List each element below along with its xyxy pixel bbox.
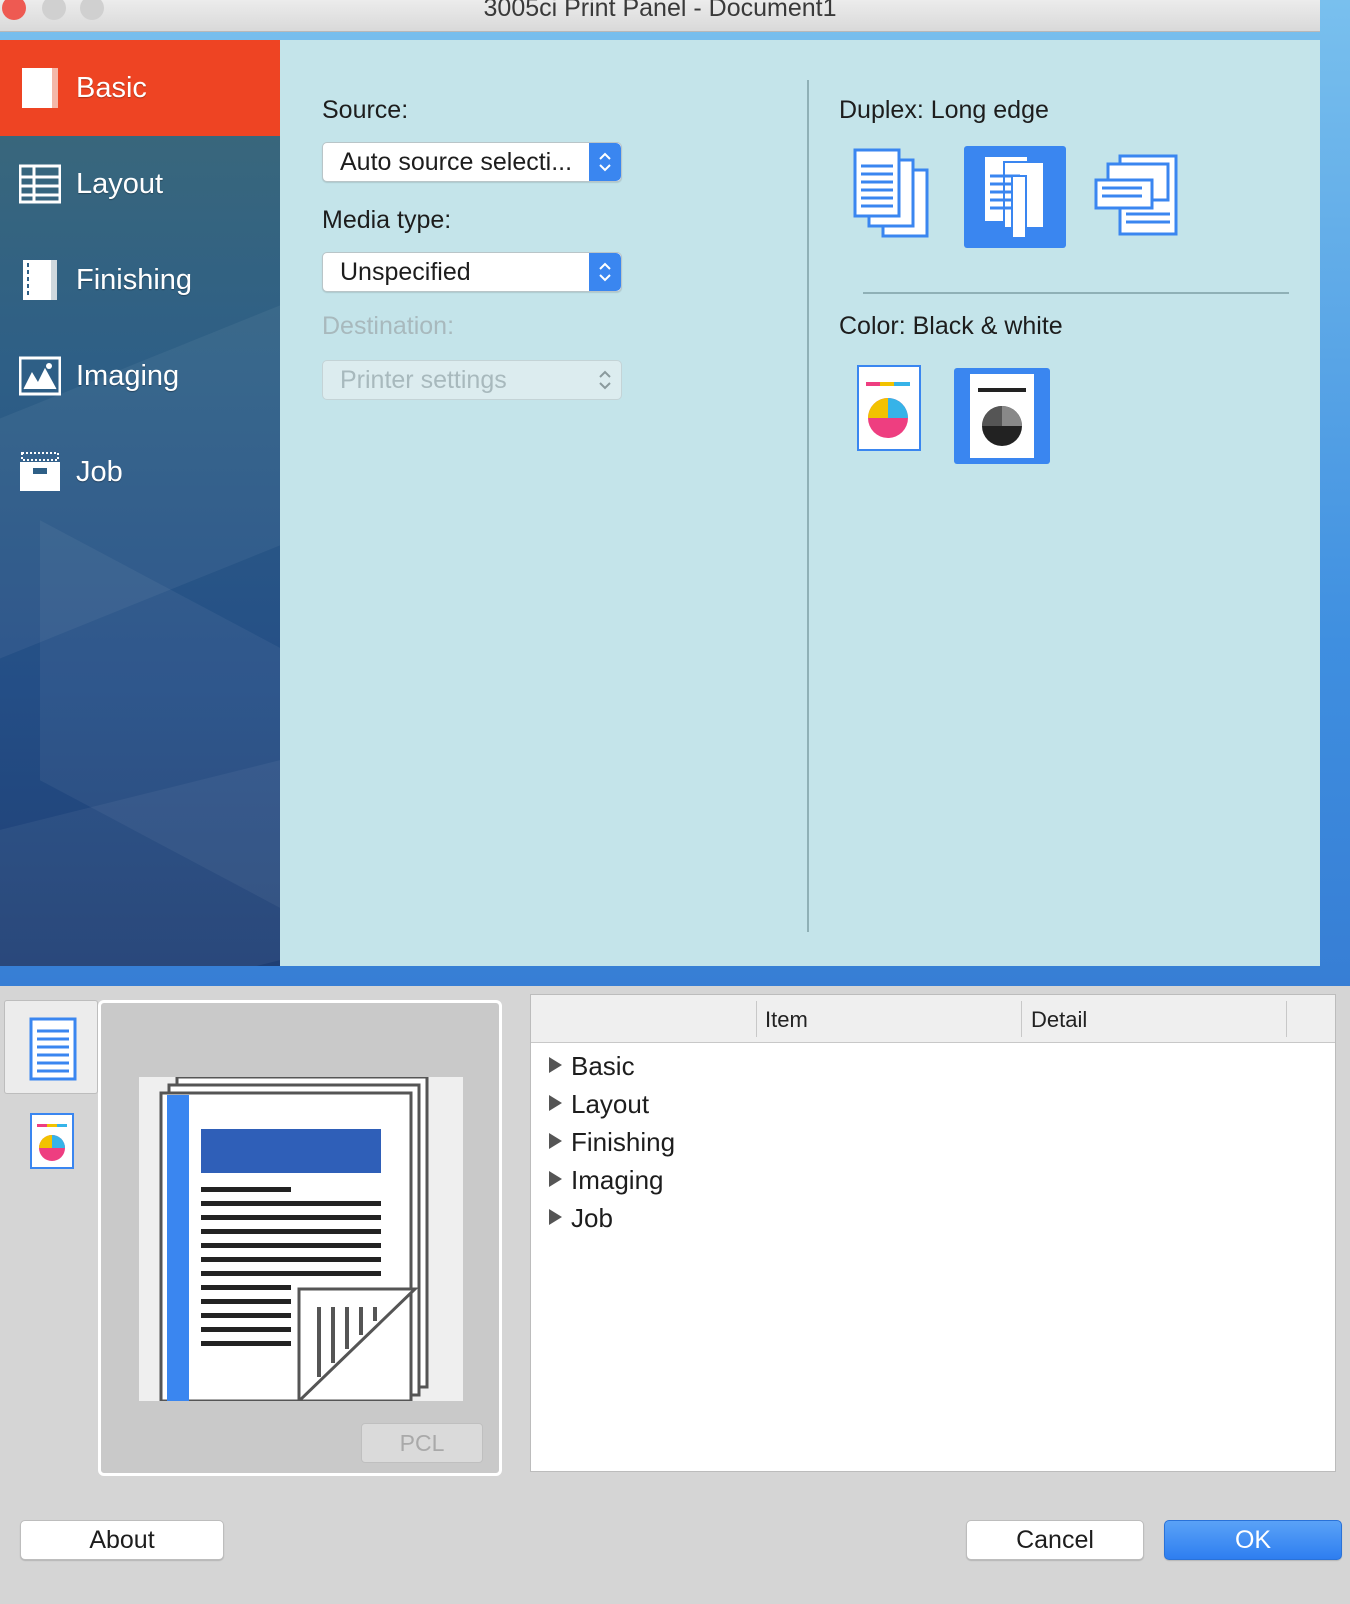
source-label: Source: xyxy=(322,96,409,124)
sidebar-item-label: Imaging xyxy=(76,359,180,392)
job-box-icon xyxy=(20,452,60,491)
tree-row-label: Finishing xyxy=(571,1127,676,1157)
duplex-short-edge-option[interactable] xyxy=(1086,146,1186,246)
black-white-option[interactable] xyxy=(954,368,1050,464)
document-preview-icon xyxy=(29,1017,77,1081)
disclosure-triangle-icon[interactable] xyxy=(549,1057,562,1073)
page-preview: PCL xyxy=(98,1000,502,1476)
sidebar: Basic Layout Finishing Imaging Job xyxy=(0,40,280,966)
pcl-button[interactable]: PCL xyxy=(361,1423,483,1463)
disclosure-triangle-icon[interactable] xyxy=(549,1209,562,1225)
tree-row-label: Basic xyxy=(571,1051,635,1081)
window-title: 3005ci Print Panel - Document1 xyxy=(483,0,837,22)
simplex-option[interactable] xyxy=(847,146,943,246)
media-type-popup[interactable]: Unspecified xyxy=(322,252,622,292)
tree-row-finishing[interactable]: Finishing xyxy=(549,1127,675,1163)
column-divider xyxy=(807,80,809,932)
tree-row-layout[interactable]: Layout xyxy=(549,1089,649,1125)
settings-summary-table: Item Detail Basic Layout Finishing Imagi… xyxy=(530,994,1336,1472)
disclosure-triangle-icon[interactable] xyxy=(549,1133,562,1149)
sidebar-item-finishing[interactable]: Finishing xyxy=(0,232,280,328)
destination-value: Printer settings xyxy=(340,366,507,394)
table-header: Item Detail xyxy=(531,995,1335,1043)
chevron-updown-icon xyxy=(589,253,621,291)
bottom-area: PCL Item Detail Basic Layout Finishing I… xyxy=(0,986,1350,1604)
simplex-icon xyxy=(853,148,929,238)
source-popup[interactable]: Auto source selecti... xyxy=(322,142,622,182)
cancel-button[interactable]: Cancel xyxy=(966,1520,1144,1560)
title-bar: 3005ci Print Panel - Document1 xyxy=(0,0,1320,32)
column-header-detail[interactable]: Detail xyxy=(1031,1007,1087,1033)
sidebar-item-layout[interactable]: Layout xyxy=(0,136,280,232)
destination-popup: Printer settings xyxy=(322,360,622,400)
color-pie-icon xyxy=(857,365,921,451)
tree-row-imaging[interactable]: Imaging xyxy=(549,1165,664,1201)
basic-page-icon xyxy=(22,68,58,108)
duplex-label: Duplex: Long edge xyxy=(839,96,1049,124)
tree-row-label: Job xyxy=(571,1203,613,1233)
media-type-value: Unspecified xyxy=(340,258,471,286)
layout-grid-icon xyxy=(19,164,61,204)
chevron-updown-icon xyxy=(589,361,621,399)
disclosure-triangle-icon[interactable] xyxy=(549,1095,562,1111)
sidebar-item-job[interactable]: Job xyxy=(0,424,280,520)
color-label: Color: Black & white xyxy=(839,312,1063,340)
sidebar-item-basic[interactable]: Basic xyxy=(0,40,280,136)
tree-row-job[interactable]: Job xyxy=(549,1203,613,1239)
document-preview-graphic xyxy=(139,1077,463,1401)
color-option[interactable] xyxy=(856,364,922,452)
chevron-updown-icon xyxy=(589,143,621,181)
color-preview-icon xyxy=(30,1113,74,1169)
section-divider xyxy=(863,292,1289,294)
destination-label: Destination: xyxy=(322,312,455,340)
tree-row-label: Layout xyxy=(571,1089,650,1119)
basic-settings-panel: Source: Auto source selecti... Media typ… xyxy=(280,40,1320,966)
source-value: Auto source selecti... xyxy=(340,148,573,176)
sidebar-item-label: Job xyxy=(76,455,123,488)
imaging-picture-icon xyxy=(19,356,61,396)
black-white-pie-icon xyxy=(970,374,1034,458)
about-button[interactable]: About xyxy=(20,1520,224,1560)
duplex-long-edge-icon xyxy=(983,155,1045,239)
sidebar-item-label: Finishing xyxy=(76,263,193,296)
ok-button[interactable]: OK xyxy=(1164,1520,1342,1560)
column-header-item[interactable]: Item xyxy=(765,1007,808,1033)
color-preview-tab[interactable] xyxy=(28,1112,76,1170)
disclosure-triangle-icon[interactable] xyxy=(549,1171,562,1187)
sidebar-item-label: Layout xyxy=(76,167,164,200)
tree-row-basic[interactable]: Basic xyxy=(549,1051,635,1087)
sidebar-item-label: Basic xyxy=(76,71,147,104)
tree-row-label: Imaging xyxy=(571,1165,664,1195)
media-type-label: Media type: xyxy=(322,206,452,234)
sidebar-item-imaging[interactable]: Imaging xyxy=(0,328,280,424)
finishing-page-icon xyxy=(23,260,57,300)
document-preview-tab[interactable] xyxy=(4,1000,98,1094)
duplex-short-edge-icon xyxy=(1094,154,1178,236)
duplex-long-edge-option[interactable] xyxy=(964,146,1066,248)
